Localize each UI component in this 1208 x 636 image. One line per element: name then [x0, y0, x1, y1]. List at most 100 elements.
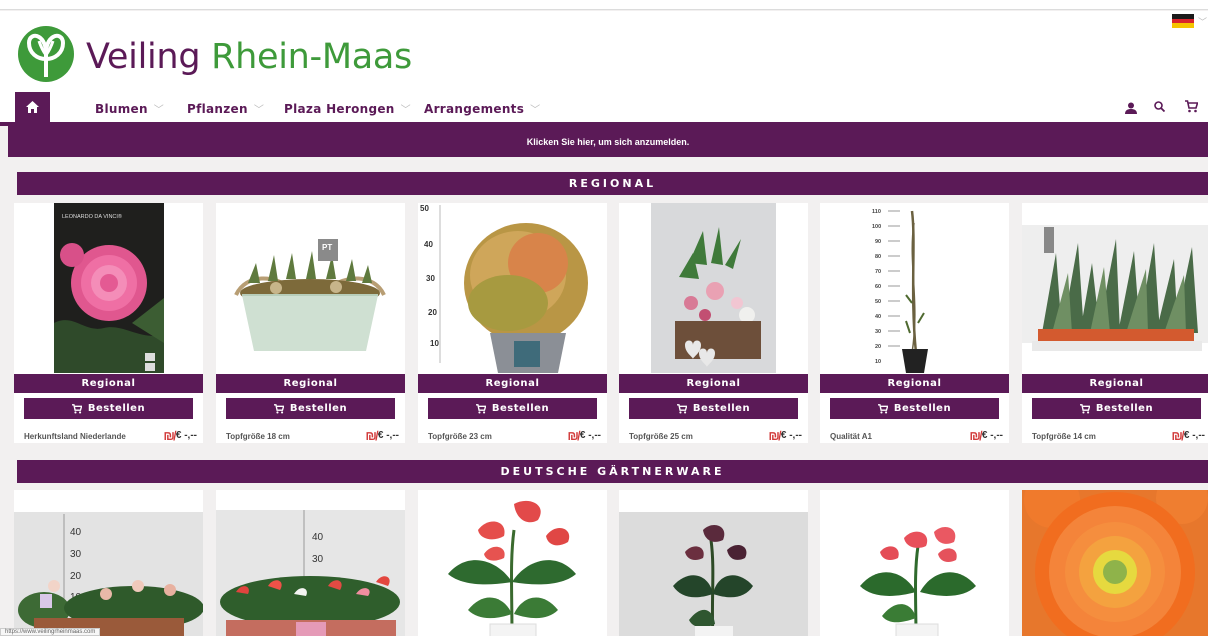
- ruler-mark: 70: [875, 269, 881, 275]
- no-price-icon: ₪̸: [1171, 428, 1183, 443]
- product-card[interactable]: 110 100 90 80 70 60 50 40 30 20 10 Regio…: [820, 203, 1009, 443]
- section-title-regional: REGIONAL: [17, 172, 1208, 195]
- nav-item-arrangements[interactable]: Arrangements ﹀: [424, 101, 540, 116]
- no-price-icon: ₪̸: [969, 428, 981, 443]
- tin-bowl-image: PT: [216, 203, 405, 373]
- home-button[interactable]: [15, 92, 50, 122]
- product-image[interactable]: [619, 203, 808, 373]
- anthurium-tray-image: 40 30 20 10: [14, 490, 203, 636]
- anthurium-small-image: [820, 490, 1009, 636]
- order-button[interactable]: Bestellen: [226, 398, 395, 419]
- ruler-mark: 20: [428, 308, 437, 317]
- pot-label-text: PT: [322, 243, 332, 252]
- user-icon[interactable]: [1125, 102, 1137, 114]
- product-card[interactable]: [619, 490, 808, 636]
- ruler-mark: 110: [872, 209, 881, 215]
- product-info: Topfgröße 25 cm: [629, 432, 693, 441]
- order-button[interactable]: Bestellen: [428, 398, 597, 419]
- order-button[interactable]: Bestellen: [24, 398, 193, 419]
- ruler-mark: 30: [70, 549, 82, 560]
- login-banner[interactable]: Klicken Sie hier, um sich anzumelden.: [8, 126, 1208, 157]
- arrangement-image: [619, 203, 808, 373]
- nav-item-pflanzen[interactable]: Pflanzen ﹀: [187, 101, 264, 116]
- ruler-mark: 30: [312, 554, 324, 565]
- ruler-mark: 50: [420, 204, 429, 213]
- chevron-down-icon: ﹀: [530, 105, 541, 116]
- product-card[interactable]: [418, 490, 607, 636]
- product-price: ₪̸ € -,--: [163, 428, 197, 443]
- shrub-image: 50 40 30 20 10: [418, 203, 607, 373]
- product-image[interactable]: [1022, 203, 1208, 373]
- product-card[interactable]: 50 40 30 20 10 Regional Bestellen Topfgr…: [418, 203, 607, 443]
- product-info: Topfgröße 14 cm: [1032, 432, 1096, 441]
- no-price-icon: ₪̸: [163, 428, 175, 443]
- price-value: € -,--: [780, 430, 802, 441]
- nav-item-blumen[interactable]: Blumen ﹀: [95, 101, 164, 116]
- ruler-mark: 40: [312, 532, 324, 543]
- ruler-mark: 40: [424, 240, 433, 249]
- order-label: Bestellen: [893, 403, 952, 414]
- brand-name[interactable]: Veiling Rhein-Maas: [86, 37, 412, 77]
- gerbera-image: [1022, 490, 1208, 636]
- product-card[interactable]: PT Regional Bestellen Topfgröße 18 cm ₪̸…: [216, 203, 405, 443]
- price-value: € -,--: [981, 430, 1003, 441]
- ruler-mark: 100: [872, 224, 881, 230]
- ruler-mark: 10: [430, 339, 439, 348]
- order-button[interactable]: Bestellen: [1032, 398, 1201, 419]
- anthurium-mix-image: 40 30: [216, 490, 405, 636]
- order-label: Bestellen: [87, 403, 146, 414]
- cart-icon[interactable]: [1185, 100, 1198, 113]
- product-info: Qualität A1: [830, 432, 872, 441]
- main-nav: Blumen ﹀ Pflanzen ﹀ Plaza Herongen ﹀ Arrang…: [0, 92, 1208, 126]
- site-header: Veiling Rhein-Maas ﹀: [0, 11, 1208, 92]
- language-chevron-down-icon[interactable]: ﹀: [1198, 15, 1207, 28]
- cart-icon: [1079, 403, 1090, 414]
- product-image[interactable]: PT: [216, 203, 405, 373]
- sansevieria-image: [1022, 203, 1208, 373]
- product-image[interactable]: 110 100 90 80 70 60 50 40 30 20 10: [820, 203, 1009, 373]
- nav-item-label: Plaza Herongen: [284, 102, 395, 116]
- ruler-mark: 90: [875, 239, 881, 245]
- product-card[interactable]: LEONARDO DA VINCI® Regional Bestellen He…: [14, 203, 203, 443]
- order-button[interactable]: Bestellen: [830, 398, 999, 419]
- no-price-icon: ₪̸: [768, 428, 780, 443]
- cart-icon: [273, 403, 284, 414]
- top-strip: [0, 0, 1208, 10]
- order-label: Bestellen: [491, 403, 550, 414]
- ruler-mark: 20: [70, 571, 82, 582]
- product-card[interactable]: Regional Bestellen Topfgröße 25 cm ₪̸ € -…: [619, 203, 808, 443]
- home-icon: [26, 101, 39, 113]
- anthurium-dark-image: [619, 490, 808, 636]
- rose-book-image: LEONARDO DA VINCI®: [14, 203, 203, 373]
- product-card[interactable]: [1022, 490, 1208, 636]
- nav-item-label: Arrangements: [424, 102, 525, 116]
- flag-de-icon[interactable]: [1172, 14, 1194, 28]
- product-price: ₪̸ € -,--: [969, 428, 1003, 443]
- order-label: Bestellen: [692, 403, 751, 414]
- nav-item-plaza-herongen[interactable]: Plaza Herongen ﹀: [284, 101, 411, 116]
- product-image[interactable]: 50 40 30 20 10: [418, 203, 607, 373]
- logo-icon[interactable]: [17, 25, 75, 83]
- cart-icon: [475, 403, 486, 414]
- chevron-down-icon: ﹀: [153, 105, 165, 116]
- product-info: Herkunftsland Niederlande: [24, 432, 126, 441]
- book-brand-text: LEONARDO DA VINCI®: [62, 213, 122, 220]
- product-card[interactable]: 40 30 20 10: [14, 490, 203, 636]
- status-bar-url: https://www.veilingrheinmaas.com: [0, 628, 101, 636]
- cart-icon: [676, 403, 687, 414]
- ruler-mark: 40: [70, 527, 82, 538]
- product-card[interactable]: Regional Bestellen Topfgröße 14 cm ₪̸ € -…: [1022, 203, 1208, 443]
- search-icon[interactable]: [1154, 101, 1165, 112]
- product-card[interactable]: 40 30: [216, 490, 405, 636]
- order-button[interactable]: Bestellen: [629, 398, 798, 419]
- nav-item-label: Blumen: [95, 102, 148, 116]
- product-price: ₪̸ € -,--: [1171, 428, 1205, 443]
- product-image[interactable]: LEONARDO DA VINCI®: [14, 203, 203, 373]
- no-price-icon: ₪̸: [567, 428, 579, 443]
- product-card[interactable]: [820, 490, 1009, 636]
- brand-word-2: Rhein-Maas: [211, 37, 412, 77]
- product-tag: Regional: [820, 374, 1009, 393]
- cart-icon: [877, 403, 888, 414]
- price-value: € -,--: [175, 430, 197, 441]
- section-title-deutsche-gaertnerware: DEUTSCHE GÄRTNERWARE: [17, 460, 1208, 483]
